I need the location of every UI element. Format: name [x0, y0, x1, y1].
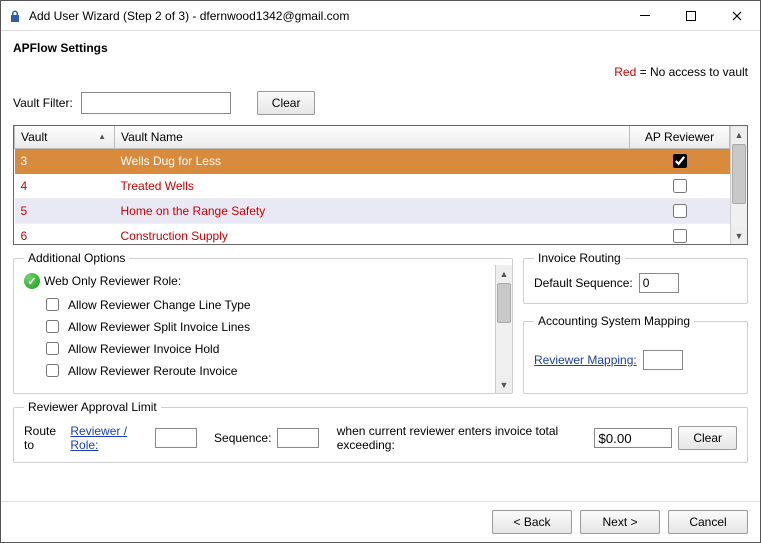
- table-row[interactable]: 3Wells Dug for Less: [15, 148, 730, 173]
- cell-ap-reviewer: [630, 148, 730, 173]
- table-row[interactable]: 6Construction Supply: [15, 223, 730, 244]
- cancel-button[interactable]: Cancel: [668, 510, 748, 534]
- cell-ap-reviewer: [630, 198, 730, 223]
- scroll-down-icon[interactable]: ▼: [731, 227, 747, 244]
- col-header-vault-name[interactable]: Vault Name: [115, 126, 630, 148]
- approval-limit-legend: Reviewer Approval Limit: [24, 400, 161, 414]
- scroll-up-icon[interactable]: ▲: [731, 126, 747, 143]
- cell-vault-name: Treated Wells: [115, 173, 630, 198]
- window-close-button[interactable]: [714, 1, 760, 31]
- reviewer-mapping-input[interactable]: [643, 350, 683, 370]
- option-row: Allow Reviewer Change Line Type: [42, 295, 489, 314]
- scroll-up-icon[interactable]: ▲: [496, 265, 512, 282]
- accounting-system-mapping-group: Accounting System Mapping Reviewer Mappi…: [523, 314, 748, 394]
- cell-vault-name: Construction Supply: [115, 223, 630, 244]
- cell-vault-id: 3: [15, 148, 115, 173]
- cell-vault-id: 5: [15, 198, 115, 223]
- option-checkbox[interactable]: [46, 342, 59, 355]
- cell-ap-reviewer: [630, 173, 730, 198]
- next-button[interactable]: Next >: [580, 510, 660, 534]
- title-bar: Add User Wizard (Step 2 of 3) - dfernwoo…: [1, 1, 760, 31]
- table-row[interactable]: 4Treated Wells: [15, 173, 730, 198]
- ap-reviewer-checkbox[interactable]: [673, 179, 687, 193]
- window-minimize-button[interactable]: [622, 1, 668, 31]
- ap-reviewer-checkbox[interactable]: [673, 154, 687, 168]
- option-label: Allow Reviewer Reroute Invoice: [68, 364, 237, 378]
- grid-scrollbar[interactable]: ▲ ▼: [730, 126, 747, 244]
- invoice-routing-legend: Invoice Routing: [534, 251, 625, 265]
- access-legend: Red = No access to vault: [13, 65, 748, 79]
- vault-filter-input[interactable]: [81, 92, 231, 114]
- reviewer-approval-limit-group: Reviewer Approval Limit Route to Reviewe…: [13, 400, 748, 463]
- wizard-footer: < Back Next > Cancel: [1, 501, 760, 542]
- option-label: Allow Reviewer Invoice Hold: [68, 342, 219, 356]
- vault-filter-row: Vault Filter: Clear: [13, 91, 748, 115]
- option-checkbox[interactable]: [46, 364, 59, 377]
- col-header-vault[interactable]: Vault: [15, 126, 115, 148]
- option-checkbox[interactable]: [46, 320, 59, 333]
- additional-options-legend: Additional Options: [24, 251, 129, 265]
- vault-grid: Vault Vault Name AP Reviewer 3Wells Dug …: [13, 125, 748, 245]
- cell-vault-id: 6: [15, 223, 115, 244]
- lock-icon: [7, 8, 23, 24]
- reviewer-role-input[interactable]: [155, 428, 197, 448]
- threshold-amount-input[interactable]: [594, 428, 672, 448]
- reviewer-role-link[interactable]: Reviewer / Role:: [70, 424, 148, 452]
- option-label: Allow Reviewer Split Invoice Lines: [68, 320, 250, 334]
- scroll-thumb[interactable]: [732, 144, 746, 204]
- window-maximize-button[interactable]: [668, 1, 714, 31]
- web-only-reviewer-header: Web Only Reviewer Role:: [44, 274, 181, 288]
- route-to-label: Route to: [24, 424, 64, 452]
- col-header-ap-reviewer[interactable]: AP Reviewer: [630, 126, 730, 148]
- cell-ap-reviewer: [630, 223, 730, 244]
- sequence-input[interactable]: [277, 428, 319, 448]
- scroll-down-icon[interactable]: ▼: [496, 376, 512, 393]
- reviewer-mapping-link[interactable]: Reviewer Mapping:: [534, 353, 637, 367]
- default-sequence-input[interactable]: [639, 273, 679, 293]
- vault-filter-label: Vault Filter:: [13, 96, 73, 110]
- option-label: Allow Reviewer Change Line Type: [68, 298, 251, 312]
- option-checkbox[interactable]: [46, 298, 59, 311]
- cell-vault-name: Wells Dug for Less: [115, 148, 630, 173]
- mapping-legend: Accounting System Mapping: [534, 314, 694, 328]
- vault-filter-clear-button[interactable]: Clear: [257, 91, 316, 115]
- option-row: Allow Reviewer Reroute Invoice: [42, 361, 489, 380]
- legend-red-word: Red: [614, 65, 636, 79]
- scroll-thumb[interactable]: [497, 283, 511, 323]
- ap-reviewer-checkbox[interactable]: [673, 204, 687, 218]
- back-button[interactable]: < Back: [492, 510, 572, 534]
- options-scrollbar[interactable]: ▲ ▼: [495, 265, 512, 393]
- additional-options-group: Additional Options ✓ Web Only Reviewer R…: [13, 251, 513, 394]
- table-row[interactable]: 5Home on the Range Safety: [15, 198, 730, 223]
- approval-limit-clear-button[interactable]: Clear: [678, 426, 737, 450]
- cell-vault-name: Home on the Range Safety: [115, 198, 630, 223]
- exceeding-label: when current reviewer enters invoice tot…: [337, 424, 589, 452]
- window-title: Add User Wizard (Step 2 of 3) - dfernwoo…: [29, 9, 349, 23]
- invoice-routing-group: Invoice Routing Default Sequence:: [523, 251, 748, 304]
- option-row: Allow Reviewer Split Invoice Lines: [42, 317, 489, 336]
- option-row: Allow Reviewer Invoice Hold: [42, 339, 489, 358]
- cell-vault-id: 4: [15, 173, 115, 198]
- section-title: APFlow Settings: [13, 41, 748, 55]
- default-sequence-label: Default Sequence:: [534, 276, 633, 290]
- sequence-label: Sequence:: [214, 431, 271, 445]
- check-circle-icon: ✓: [24, 273, 40, 289]
- ap-reviewer-checkbox[interactable]: [673, 229, 687, 243]
